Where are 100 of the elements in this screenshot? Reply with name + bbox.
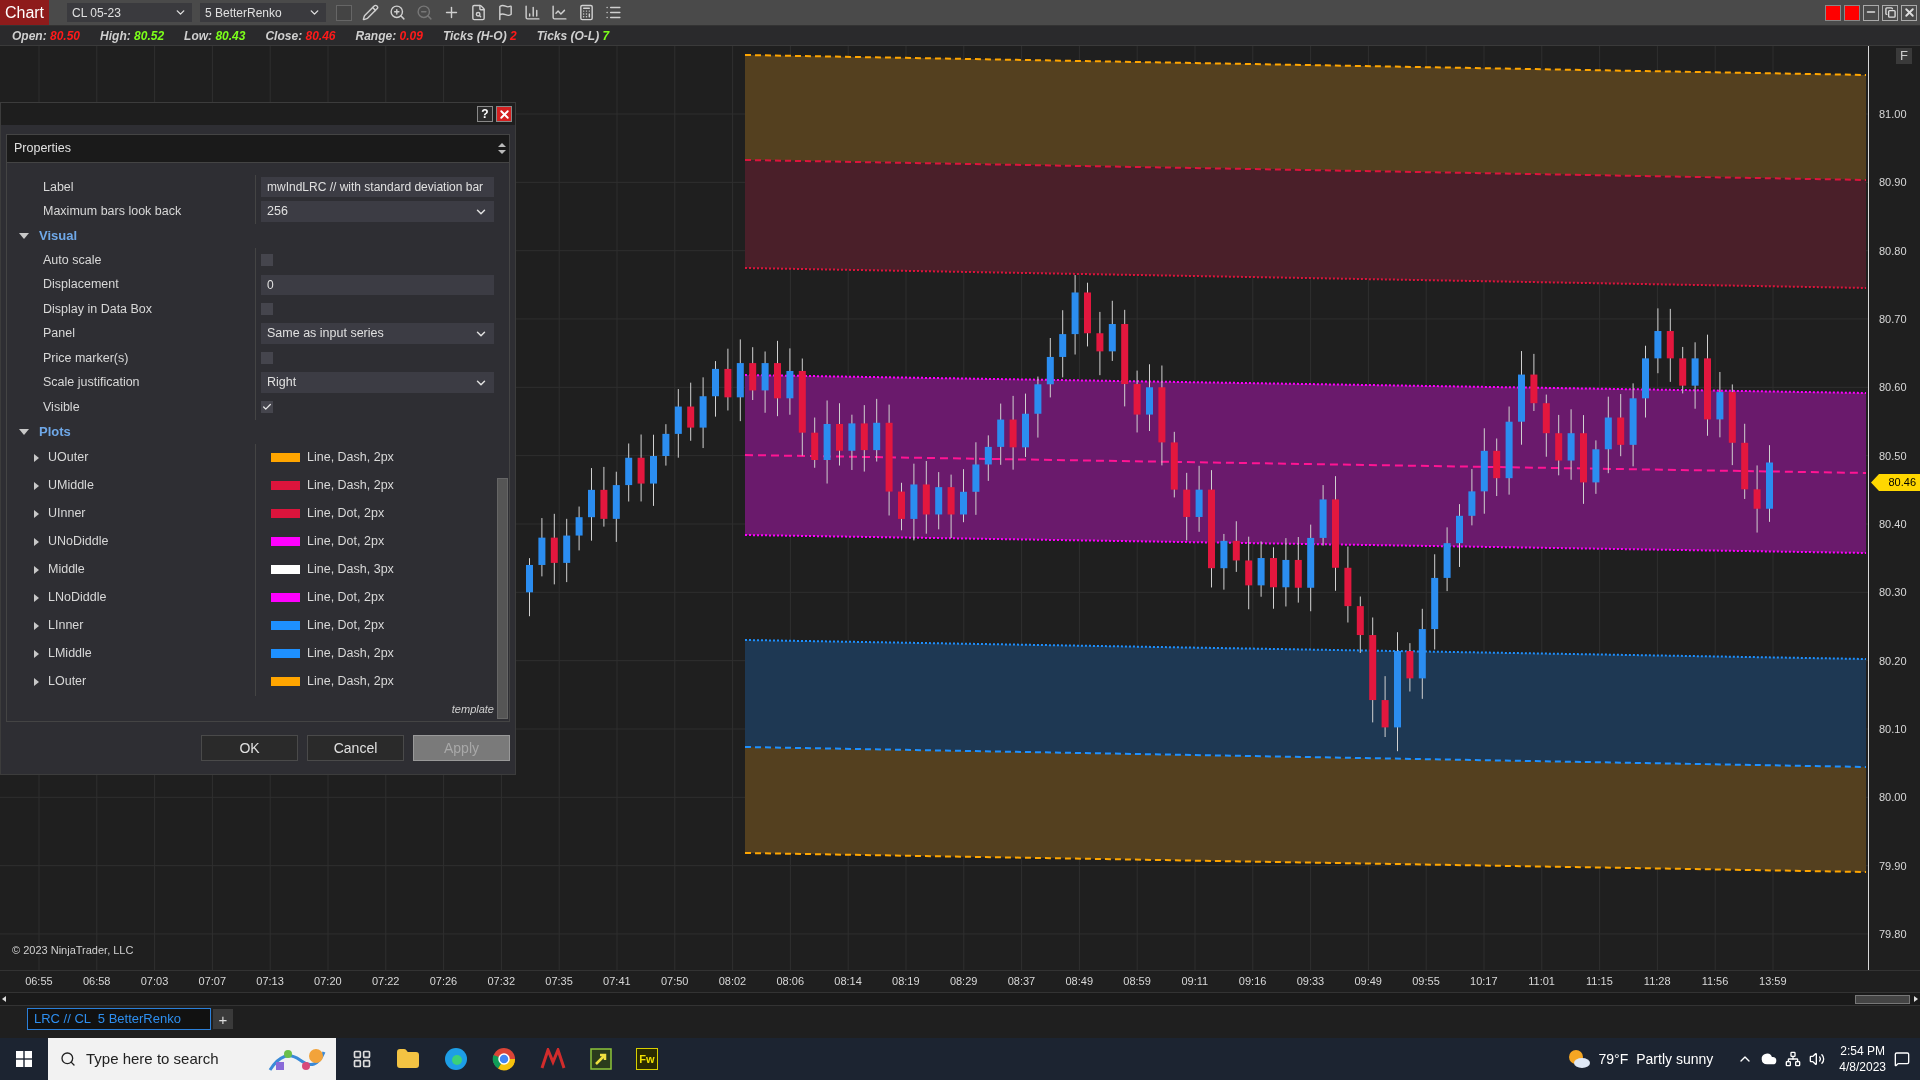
plot-name[interactable]: LInner xyxy=(48,616,84,635)
price-label: 80.30 xyxy=(1879,585,1907,601)
color-swatch[interactable] xyxy=(271,621,300,630)
ohlc-reading: Close: 80.46 xyxy=(265,27,336,45)
time-label: 08:29 xyxy=(949,974,978,990)
plot-name[interactable]: Middle xyxy=(48,560,85,579)
volume-icon[interactable] xyxy=(1809,1051,1826,1067)
expand-icon[interactable] xyxy=(34,593,39,602)
chart-tab[interactable]: LRC // CL 5 BetterRenko xyxy=(27,1008,211,1030)
property-field[interactable]: 0 xyxy=(261,274,494,295)
plot-name[interactable]: UNoDiddle xyxy=(48,532,109,551)
ohlc-reading: Open: 80.50 xyxy=(12,27,81,45)
bar-type-dropdown[interactable]: 5 BetterRenko xyxy=(200,3,326,22)
property-dropdown[interactable]: 256 xyxy=(261,201,494,223)
color-swatch[interactable] xyxy=(271,509,300,518)
app-icon[interactable]: Fw xyxy=(636,1048,658,1070)
browser-icon[interactable] xyxy=(444,1047,468,1071)
list-icon[interactable] xyxy=(605,4,622,21)
notification-icon[interactable] xyxy=(1894,1051,1910,1067)
expand-icon[interactable] xyxy=(34,537,39,546)
plot-name[interactable]: UMiddle xyxy=(48,476,94,495)
minimize-button[interactable] xyxy=(1863,4,1879,21)
section-header[interactable]: Visual xyxy=(39,226,78,246)
document-search-icon[interactable] xyxy=(470,4,487,21)
expand-icon[interactable] xyxy=(34,481,39,490)
trading-app-icon[interactable] xyxy=(540,1048,566,1070)
dialog-button[interactable]: OK xyxy=(201,735,298,761)
section-toggle-icon[interactable] xyxy=(19,233,29,239)
candle xyxy=(1530,353,1538,412)
property-label: Maximum bars look back xyxy=(43,203,182,221)
search-field[interactable]: Type here to search xyxy=(48,1038,336,1080)
template-link[interactable]: template xyxy=(451,700,494,717)
app-title: Chart xyxy=(0,0,49,25)
property-checkbox[interactable] xyxy=(261,401,273,414)
expand-icon[interactable] xyxy=(34,565,39,574)
scale-button[interactable]: F xyxy=(1896,48,1912,64)
plot-name[interactable]: LMiddle xyxy=(48,644,92,663)
candle xyxy=(1282,537,1290,607)
time-label: 07:32 xyxy=(487,974,516,990)
plot-name[interactable]: LOuter xyxy=(48,672,87,691)
folder-icon[interactable] xyxy=(396,1047,420,1071)
candle xyxy=(1555,414,1563,476)
property-checkbox[interactable] xyxy=(261,254,273,267)
restore-button[interactable] xyxy=(1882,4,1898,21)
horizontal-scrollbar[interactable] xyxy=(0,992,1920,1006)
candle xyxy=(612,471,620,543)
property-dropdown[interactable]: Same as input series xyxy=(261,323,494,345)
status-button[interactable] xyxy=(1844,4,1860,21)
property-dropdown[interactable]: Right xyxy=(261,372,494,394)
candle xyxy=(1443,526,1451,592)
close-button[interactable] xyxy=(496,106,512,122)
color-swatch[interactable] xyxy=(271,593,300,602)
plot-name[interactable]: UInner xyxy=(48,504,86,523)
scrollbar[interactable] xyxy=(497,478,508,719)
bar-chart-icon[interactable] xyxy=(524,4,541,21)
property-field[interactable]: mwIndLRC // with standard deviation bar xyxy=(261,177,494,198)
panel-title: Properties xyxy=(13,140,71,158)
task-view-icon[interactable] xyxy=(352,1049,372,1069)
close-window-button[interactable] xyxy=(1901,4,1917,21)
color-swatch[interactable] xyxy=(271,677,300,686)
pencil-icon[interactable] xyxy=(362,4,379,21)
property-checkbox[interactable] xyxy=(261,352,273,365)
dialog-button[interactable]: Cancel xyxy=(307,735,404,761)
expand-icon[interactable] xyxy=(34,677,39,686)
cloud-icon[interactable] xyxy=(1761,1051,1778,1067)
calculator-icon[interactable] xyxy=(578,4,595,21)
clock-time[interactable]: 2:54 PM xyxy=(1840,1043,1885,1059)
expand-icon[interactable] xyxy=(34,649,39,658)
candle xyxy=(1654,307,1662,374)
time-label: 08:19 xyxy=(892,974,920,990)
plot-name[interactable]: LNoDiddle xyxy=(48,588,107,607)
windows-logo-icon[interactable] xyxy=(16,1051,32,1067)
color-swatch[interactable] xyxy=(271,537,300,546)
color-swatch[interactable] xyxy=(271,481,300,490)
property-checkbox[interactable] xyxy=(261,303,273,316)
arrow-app-icon[interactable] xyxy=(590,1048,612,1070)
expand-icon[interactable] xyxy=(34,621,39,630)
time-label: 11:01 xyxy=(1528,974,1555,990)
network-icon[interactable] xyxy=(1785,1051,1802,1067)
status-button[interactable] xyxy=(1825,4,1841,21)
crosshair-icon[interactable] xyxy=(443,4,460,21)
time-label: 07:41 xyxy=(603,974,631,990)
instrument-dropdown[interactable]: CL 05-23 xyxy=(67,3,192,22)
flag-icon[interactable] xyxy=(497,4,514,21)
section-header[interactable]: Plots xyxy=(39,421,71,442)
plot-name[interactable]: UOuter xyxy=(48,448,89,467)
color-swatch[interactable] xyxy=(271,453,300,462)
time-label: 06:55 xyxy=(25,974,53,990)
help-button[interactable]: ? xyxy=(477,106,493,122)
color-swatch[interactable] xyxy=(271,649,300,658)
expand-icon[interactable] xyxy=(34,453,39,462)
round-browser-icon[interactable] xyxy=(492,1047,516,1071)
color-swatch[interactable] xyxy=(271,565,300,574)
clock-date[interactable]: 4/8/2023 xyxy=(1839,1059,1886,1075)
line-chart-icon[interactable] xyxy=(551,4,568,21)
expand-icon[interactable] xyxy=(34,509,39,518)
zoom-in-icon[interactable] xyxy=(389,4,406,21)
candle xyxy=(1257,540,1265,598)
section-toggle-icon[interactable] xyxy=(19,428,29,435)
add-tab-button[interactable]: + xyxy=(213,1009,233,1029)
